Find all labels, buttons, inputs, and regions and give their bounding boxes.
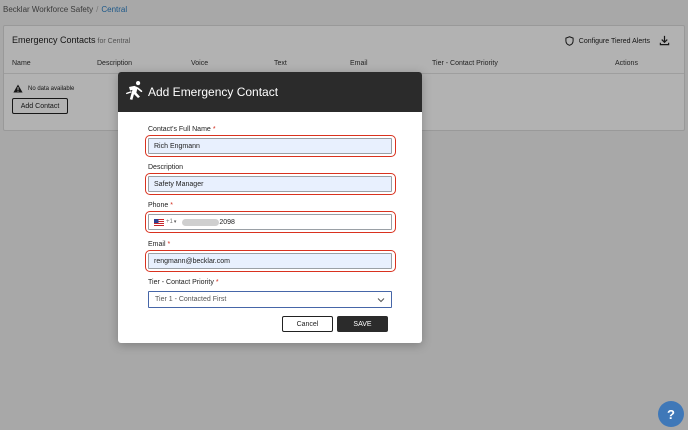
phone-label-text: Phone [148, 202, 169, 209]
email-required-marker: * [167, 241, 171, 248]
name-label-text: Contact's Full Name [148, 126, 211, 133]
phone-required-marker: * [170, 202, 173, 209]
add-emergency-contact-dialog: Add Emergency Contact Contact's Full Nam… [118, 72, 422, 343]
phone-label: Phone * [148, 202, 173, 209]
save-button[interactable]: SAVE [337, 316, 388, 332]
description-label: Description [148, 164, 183, 171]
email-label-text: Email [148, 241, 166, 248]
redacted-phone-digits [182, 218, 220, 226]
tier-priority-select[interactable]: Tier 1 - Contacted First [148, 291, 392, 308]
us-flag-icon[interactable] [154, 218, 164, 226]
description-input[interactable]: Safety Manager [148, 176, 392, 192]
phone-input[interactable]: +1 ▾ 2098 [148, 214, 392, 230]
full-name-input[interactable]: Rich Engmann [148, 138, 392, 154]
country-code[interactable]: +1 [166, 219, 173, 225]
email-label: Email * [148, 241, 170, 248]
tier-label: Tier - Contact Priority * [148, 279, 219, 286]
chevron-down-icon [377, 298, 385, 303]
tier-label-text: Tier - Contact Priority [148, 279, 214, 286]
email-input[interactable]: rengmann@becklar.com [148, 253, 392, 269]
cancel-button[interactable]: Cancel [282, 316, 333, 332]
tier-required-marker: * [215, 279, 219, 286]
description-label-text: Description [148, 164, 184, 171]
dialog-title: Add Emergency Contact [148, 85, 279, 99]
country-dropdown-chevron-icon[interactable]: ▾ [174, 219, 177, 225]
dialog-header: Add Emergency Contact [118, 72, 422, 112]
running-figure-logo-icon [126, 81, 143, 100]
phone-number-suffix: 2098 [219, 218, 235, 226]
name-label: Contact's Full Name * [148, 126, 216, 133]
name-required-marker: * [212, 126, 216, 133]
tier-selected-value: Tier 1 - Contacted First [155, 296, 227, 303]
help-button[interactable]: ? [658, 401, 684, 427]
